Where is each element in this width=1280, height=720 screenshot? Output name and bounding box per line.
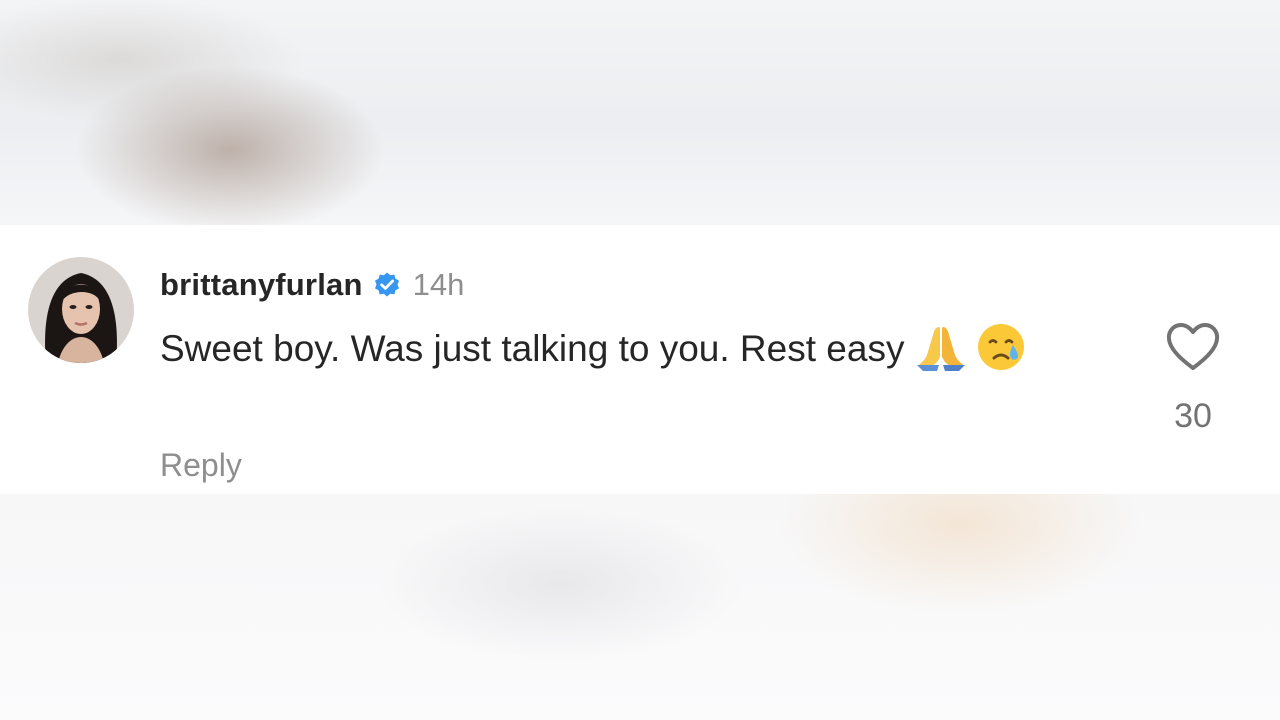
blurred-background-top xyxy=(0,0,1280,225)
blurred-background-bottom xyxy=(0,494,1280,720)
comment-body: Sweet boy. Was just talking to you. Rest… xyxy=(160,321,1060,377)
comment-text: Sweet boy. Was just talking to you. Rest… xyxy=(160,328,905,369)
verified-badge-icon xyxy=(373,271,401,299)
username-link[interactable]: brittanyfurlan xyxy=(160,267,363,303)
crying-face-icon xyxy=(975,321,1027,373)
avatar[interactable] xyxy=(28,257,134,363)
avatar-image xyxy=(28,257,134,363)
comment-timestamp: 14h xyxy=(412,267,465,302)
folded-hands-icon xyxy=(915,321,967,373)
comment-card: brittanyfurlan 14h Sweet boy. Was just t… xyxy=(0,225,1280,494)
like-count: 30 xyxy=(1174,397,1212,435)
comment-header: brittanyfurlan 14h xyxy=(160,263,464,307)
reply-button[interactable]: Reply xyxy=(160,447,242,484)
heart-outline-icon[interactable] xyxy=(1164,321,1222,373)
